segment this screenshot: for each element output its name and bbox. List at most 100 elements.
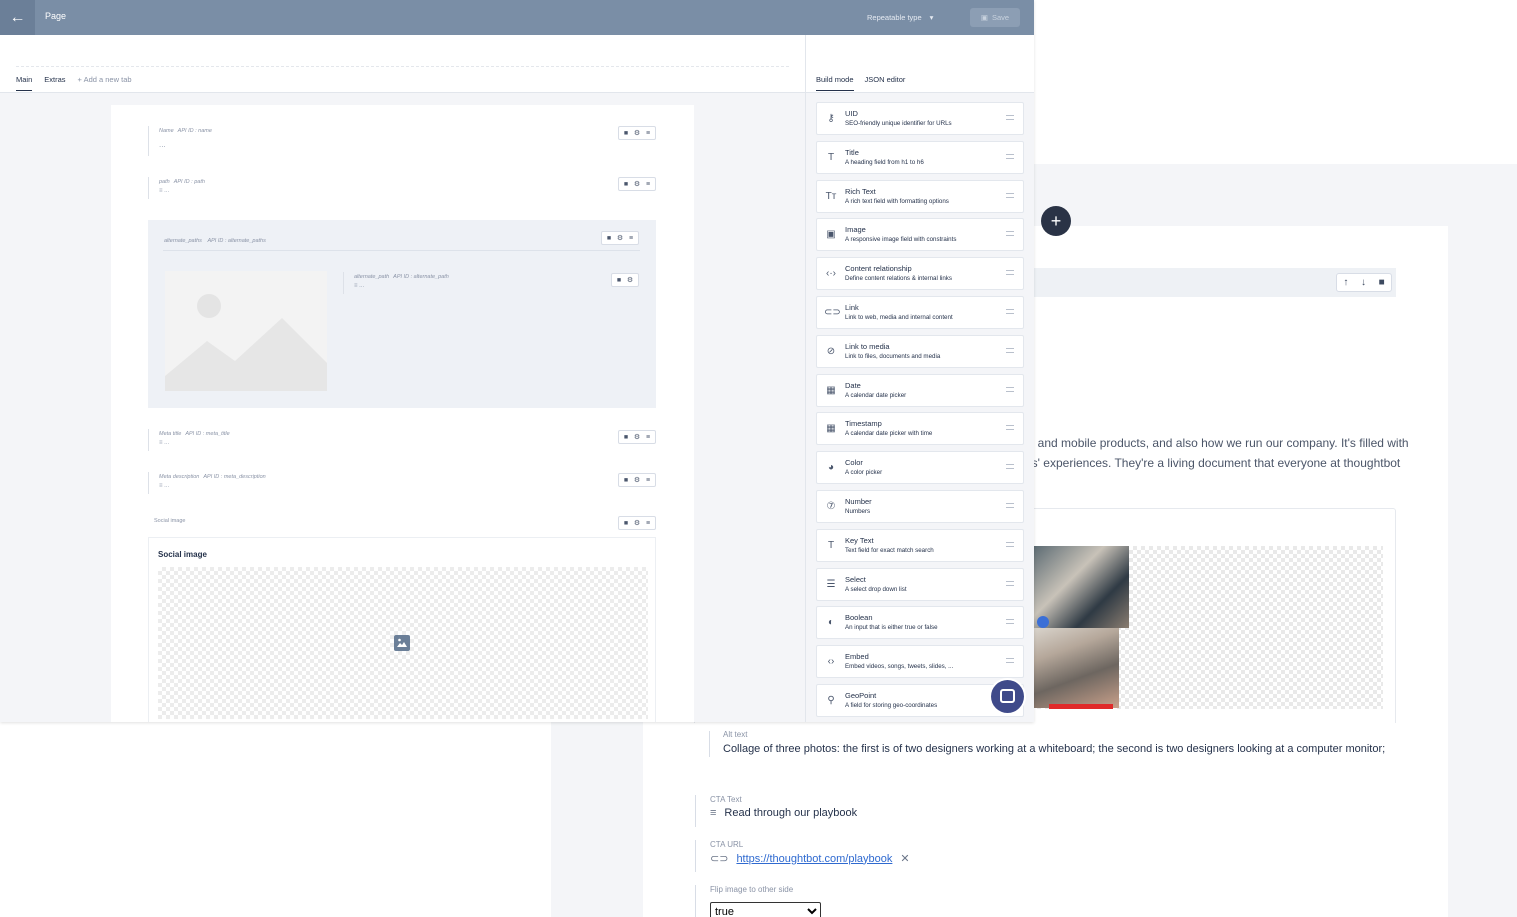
tab-build-mode[interactable]: Build mode	[816, 75, 854, 91]
gear-icon[interactable]: ⚙	[627, 276, 633, 284]
trash-icon[interactable]: ■	[607, 235, 611, 242]
drag-handle-icon[interactable]: ≡	[629, 235, 633, 242]
drag-handle-icon[interactable]: ≡	[646, 130, 650, 137]
field-type-number[interactable]: ⑦ Number Numbers	[816, 489, 1024, 523]
drag-handle-icon[interactable]	[1006, 270, 1014, 276]
field-type-rich-text[interactable]: Tт Rich Text A rich text field with format…	[816, 179, 1024, 213]
add-slice-button[interactable]: +	[1041, 206, 1071, 236]
path-field[interactable]: path API ID : path ≡ ...	[148, 177, 656, 199]
field-type-description: A heading field from h1 to h6	[845, 158, 924, 166]
drag-handle-icon[interactable]	[1006, 464, 1014, 470]
field-type-description: Link to web, media and internal content	[845, 313, 953, 321]
field-type-title[interactable]: T Title A heading field from h1 to h6	[816, 140, 1024, 174]
drag-handle-icon[interactable]: ≡	[646, 434, 650, 441]
field-type-description: An input that is either true or false	[845, 624, 938, 632]
arrow-up-icon[interactable]: ↑	[1343, 277, 1348, 288]
flip-image-select[interactable]: true	[710, 902, 821, 917]
tab-main[interactable]: Main	[16, 75, 33, 91]
field-placeholder: ≡ ...	[159, 440, 170, 446]
field-type-name: UID	[845, 109, 858, 118]
drag-handle-icon[interactable]	[1006, 231, 1014, 237]
floppy-disk-icon: ▣	[980, 13, 988, 22]
drag-handle-icon[interactable]	[1006, 386, 1014, 392]
collage-photo-accent	[1037, 616, 1049, 628]
tab-json-editor[interactable]: JSON editor	[865, 75, 906, 91]
field-type-uid[interactable]: ⚷ UID SEO-friendly unique identifier for U…	[816, 102, 1024, 135]
field-type-name: Timestamp	[845, 419, 882, 429]
field-type-name: Rich Text	[845, 186, 876, 196]
drag-handle-icon[interactable]	[1006, 347, 1014, 353]
gear-icon[interactable]: ⚙	[617, 234, 623, 242]
drag-handle-icon[interactable]	[1006, 541, 1014, 547]
alt-text-input[interactable]: Collage of three photos: the first is of…	[723, 743, 1385, 755]
number-icon: ⑦	[826, 500, 836, 512]
drag-handle-icon[interactable]	[1006, 580, 1014, 586]
field-type-name: Image	[845, 225, 866, 235]
field-type-link[interactable]: ⊂⊃ Link Link to web, media and internal co…	[816, 295, 1024, 329]
field-type-content-relationship[interactable]: ‹·› Content relationship Define content re…	[816, 257, 1024, 291]
field-type-image[interactable]: ▣ Image A responsive image field with cons…	[816, 218, 1024, 252]
trash-icon[interactable]: ■	[624, 477, 628, 484]
drag-handle-icon[interactable]	[1006, 425, 1014, 431]
trash-icon[interactable]: ■	[624, 181, 628, 188]
arrow-left-icon[interactable]: ←	[0, 0, 35, 35]
field-type-description: A rich text field with formatting option…	[845, 197, 949, 205]
code-icon: ‹·›	[826, 268, 836, 280]
trash-icon[interactable]: ■	[617, 277, 621, 284]
drag-handle-icon[interactable]	[1006, 308, 1014, 314]
custom-type-editor-window: ← Page Repeatable type ▾ ▣ Save Main Ext…	[0, 0, 1034, 722]
field-type-timestamp[interactable]: ▦ Timestamp A calendar date picker with ti…	[816, 412, 1024, 446]
name-field[interactable]: Name API ID : name ...	[148, 126, 656, 156]
cta-text-input[interactable]: Read through our playbook	[724, 807, 857, 819]
field-type-embed[interactable]: ‹› Embed Embed videos, songs, tweets, slid…	[816, 645, 1024, 679]
field-type-color[interactable]: ◕ Color A color picker	[816, 451, 1024, 485]
field-type-description: A select drop down list	[845, 585, 907, 593]
meta-description-field[interactable]: Meta description API ID : meta_descriptio…	[148, 472, 656, 494]
drag-handle-icon[interactable]	[1006, 115, 1014, 120]
cta-url-link[interactable]: https://thoughtbot.com/playbook	[736, 853, 892, 865]
social-image-title: Social image	[158, 550, 207, 559]
drag-handle-icon[interactable]: ≡	[646, 520, 650, 527]
trash-icon[interactable]: ■	[624, 130, 628, 137]
gear-icon[interactable]: ⚙	[634, 519, 640, 527]
drag-handle-icon[interactable]	[1006, 192, 1014, 198]
alternate-paths-group[interactable]: alternate_paths API ID : alternate_paths…	[148, 220, 656, 408]
drag-handle-icon[interactable]	[1006, 658, 1014, 664]
arrow-down-icon[interactable]: ↓	[1361, 277, 1366, 288]
field-type-description: Define content relations & internal link…	[845, 275, 952, 283]
drag-handle-icon[interactable]	[1006, 153, 1014, 159]
gear-icon[interactable]: ⚙	[634, 433, 640, 441]
meta-title-field[interactable]: Meta title API ID : meta_title ≡ ...	[148, 429, 656, 451]
social-image-dropzone[interactable]	[158, 567, 648, 719]
trash-icon[interactable]: ■	[624, 520, 628, 527]
tab-extras[interactable]: Extras	[44, 75, 65, 91]
trash-icon[interactable]: ■	[624, 434, 628, 441]
field-type-boolean[interactable]: ◐ Boolean An input that is either true or …	[816, 606, 1024, 640]
background-right-gutter	[1448, 164, 1517, 917]
chat-icon[interactable]	[991, 680, 1024, 713]
field-placeholder: ≡ ...	[159, 188, 170, 194]
gear-icon[interactable]: ⚙	[634, 476, 640, 484]
field-label: alternate_path	[354, 274, 390, 280]
add-tab-button[interactable]: + Add a new tab	[78, 75, 132, 91]
field-type-date[interactable]: ▦ Date A calendar date picker	[816, 373, 1024, 407]
field-type-key-text[interactable]: T Key Text Text field for exact match sear…	[816, 528, 1024, 562]
drag-handle-icon[interactable]: ≡	[646, 477, 650, 484]
drag-handle-icon[interactable]: ≡	[646, 181, 650, 188]
api-id-label: API ID : path	[173, 179, 205, 185]
trash-icon[interactable]: ■	[1379, 277, 1385, 288]
field-label: alternate_paths	[164, 238, 202, 244]
close-icon[interactable]: ✕	[900, 852, 909, 865]
drag-handle-icon[interactable]	[1006, 502, 1014, 508]
field-type-link-to-media[interactable]: ⊘ Link to media Link to files, documents a…	[816, 334, 1024, 368]
field-placeholder: ≡ ...	[354, 283, 365, 289]
image-placeholder	[165, 271, 327, 391]
field-type-description: Numbers	[845, 507, 871, 515]
save-button[interactable]: ▣ Save	[970, 8, 1020, 27]
repeatable-type-dropdown[interactable]: Repeatable type ▾	[867, 13, 933, 22]
field-type-list: ⚷ UID SEO-friendly unique identifier for U…	[816, 102, 1024, 722]
field-type-select[interactable]: ☰ Select A select drop down list	[816, 567, 1024, 601]
gear-icon[interactable]: ⚙	[634, 129, 640, 137]
gear-icon[interactable]: ⚙	[634, 180, 640, 188]
drag-handle-icon[interactable]	[1006, 619, 1014, 625]
